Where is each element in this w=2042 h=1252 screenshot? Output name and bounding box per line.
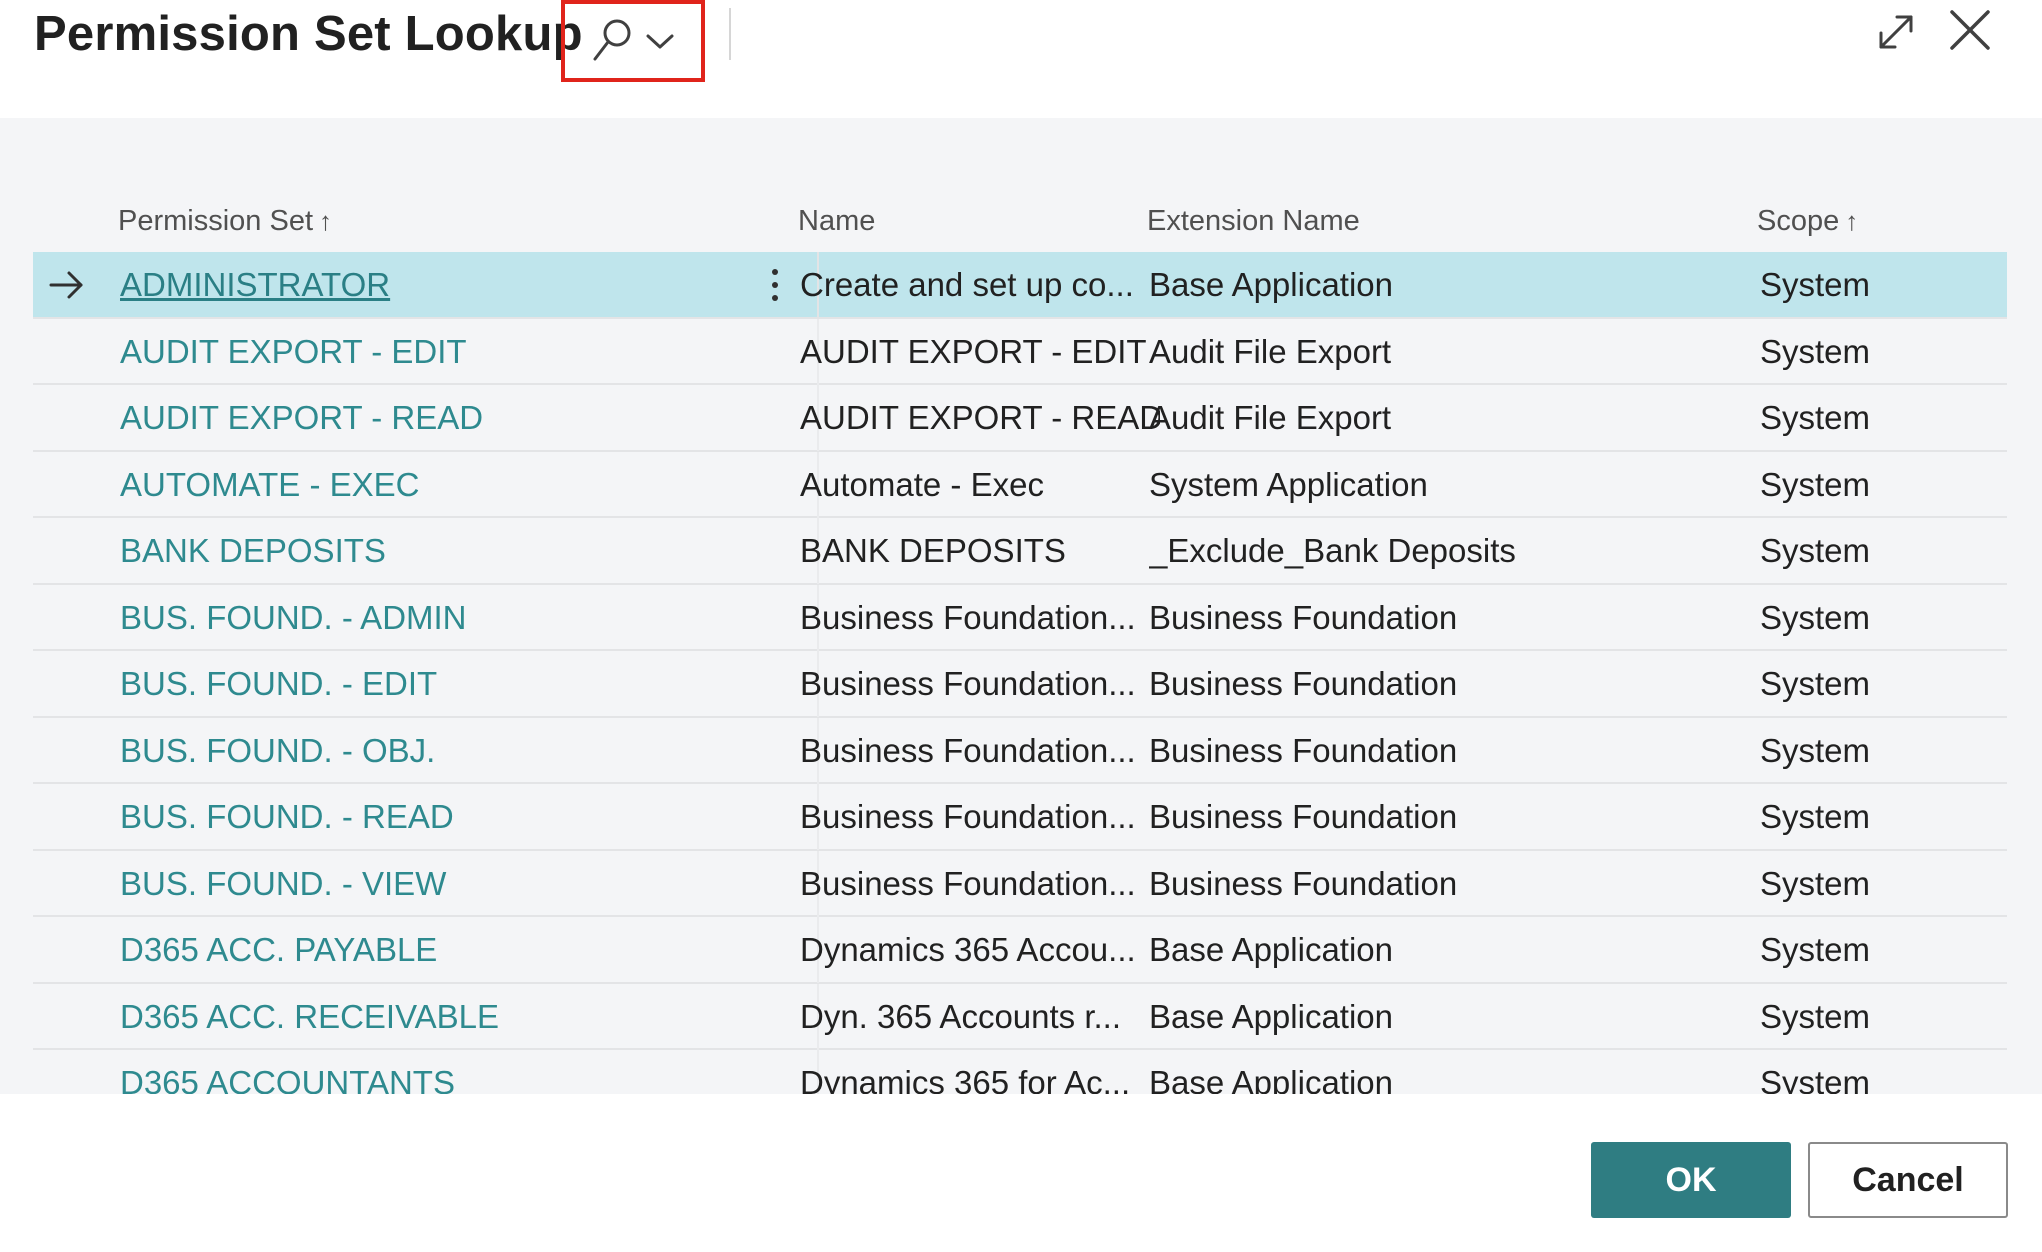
permission-set-link[interactable]: BUS. FOUND. - ADMIN xyxy=(120,585,720,651)
scope-cell: System xyxy=(1760,465,1871,503)
table-row[interactable]: AUDIT EXPORT - READ AUDIT EXPORT - READ … xyxy=(33,385,2007,452)
permission-set-link[interactable]: AUTOMATE - EXEC xyxy=(120,452,720,518)
table-row[interactable]: BUS. FOUND. - OBJ. Business Foundation..… xyxy=(33,717,2007,784)
name-cell: Dynamics 365 Accou... xyxy=(800,931,1136,968)
scope-cell: System xyxy=(1760,864,1871,902)
table-rows: ADMINISTRATOR Create and set up co... Ba… xyxy=(33,252,2007,1094)
extension-name-cell: _Exclude_Bank Deposits xyxy=(1149,532,1516,569)
table-row[interactable]: D365 ACC. RECEIVABLE Dyn. 365 Accounts r… xyxy=(33,983,2007,1050)
permission-set-link[interactable]: BUS. FOUND. - READ xyxy=(120,784,720,850)
extension-name-cell: Business Foundation xyxy=(1149,864,1458,902)
table-row[interactable]: BANK DEPOSITS BANK DEPOSITS _Exclude_Ban… xyxy=(33,518,2007,585)
permission-set-lookup-dialog: Permission Set Lookup Permission Set ↑ N… xyxy=(0,0,2042,1252)
permission-set-link[interactable]: D365 ACC. RECEIVABLE xyxy=(120,984,720,1050)
selected-row-arrow-icon xyxy=(49,269,85,301)
extension-name-cell: Business Foundation xyxy=(1149,798,1458,835)
permission-set-link[interactable]: AUDIT EXPORT - EDIT xyxy=(120,319,720,385)
search-icon[interactable] xyxy=(591,17,633,65)
extension-name-cell: Base Application xyxy=(1149,1064,1394,1094)
column-header-extension-name[interactable]: Extension Name xyxy=(1147,190,1360,252)
extension-name-cell: Audit File Export xyxy=(1149,399,1392,436)
column-header-label: Permission Set xyxy=(118,205,314,237)
extension-name-cell: Base Application xyxy=(1149,931,1394,968)
scope-cell: System xyxy=(1760,931,1871,968)
name-cell: Automate - Exec xyxy=(800,465,1044,503)
name-cell: AUDIT EXPORT - EDIT xyxy=(800,332,1147,370)
scope-cell: System xyxy=(1760,997,1871,1035)
header-divider xyxy=(729,8,731,60)
extension-name-cell: Base Application xyxy=(1149,266,1394,303)
permission-set-link[interactable]: BUS. FOUND. - EDIT xyxy=(120,651,720,717)
cancel-button[interactable]: Cancel xyxy=(1808,1142,2008,1218)
permission-set-link[interactable]: BUS. FOUND. - VIEW xyxy=(120,851,720,917)
extension-name-cell: Base Application xyxy=(1149,997,1394,1035)
name-cell: Business Foundation... xyxy=(800,598,1136,636)
table-row[interactable]: BUS. FOUND. - READ Business Foundation..… xyxy=(33,784,2007,851)
chevron-down-icon[interactable] xyxy=(645,31,675,51)
column-header-scope[interactable]: Scope ↑ xyxy=(1757,190,1858,252)
column-header-label: Extension Name xyxy=(1147,205,1360,237)
expand-icon[interactable] xyxy=(1876,12,1916,57)
table-row[interactable]: D365 ACC. PAYABLE Dynamics 365 Accou... … xyxy=(33,917,2007,984)
permission-set-link[interactable]: AUDIT EXPORT - READ xyxy=(120,385,720,451)
name-cell: BANK DEPOSITS xyxy=(800,532,1066,569)
expand-button[interactable] xyxy=(1870,8,1922,60)
scope-cell: System xyxy=(1760,332,1871,370)
sort-ascending-icon: ↑ xyxy=(319,206,333,236)
scope-cell: System xyxy=(1760,665,1871,702)
permission-set-link[interactable]: BANK DEPOSITS xyxy=(120,518,720,584)
scope-cell: System xyxy=(1760,798,1871,835)
scope-cell: System xyxy=(1760,598,1871,636)
permission-set-list: Permission Set ↑ Name Extension Name Scop… xyxy=(0,118,2042,1094)
table-row[interactable]: BUS. FOUND. - EDIT Business Foundation..… xyxy=(33,651,2007,718)
scope-cell: System xyxy=(1760,266,1871,303)
extension-name-cell: Business Foundation xyxy=(1149,665,1458,702)
extension-name-cell: System Application xyxy=(1149,465,1428,503)
dialog-header: Permission Set Lookup xyxy=(0,0,2042,118)
close-button[interactable] xyxy=(1942,4,1998,60)
table-row[interactable]: AUDIT EXPORT - EDIT AUDIT EXPORT - EDIT … xyxy=(33,318,2007,385)
table-row[interactable]: D365 ACCOUNTANTS Dynamics 365 for Ac... … xyxy=(33,1050,2007,1094)
table-row[interactable]: BUS. FOUND. - VIEW Business Foundation..… xyxy=(33,850,2007,917)
scope-cell: System xyxy=(1760,731,1871,769)
name-cell: Business Foundation... xyxy=(800,665,1136,702)
column-header-name[interactable]: Name xyxy=(798,190,875,252)
name-cell: Dynamics 365 for Ac... xyxy=(800,1064,1131,1094)
name-cell: Create and set up co... xyxy=(800,266,1134,303)
name-cell: Business Foundation... xyxy=(800,731,1136,769)
permission-set-link[interactable]: D365 ACCOUNTANTS xyxy=(120,1050,720,1094)
table-row[interactable]: BUS. FOUND. - ADMIN Business Foundation.… xyxy=(33,584,2007,651)
column-header-label: Name xyxy=(798,205,876,237)
table-row[interactable]: ADMINISTRATOR Create and set up co... Ba… xyxy=(33,252,2007,319)
column-headers: Permission Set ↑ Name Extension Name Scop… xyxy=(0,190,2042,252)
permission-set-link[interactable]: D365 ACC. PAYABLE xyxy=(120,917,720,983)
sort-ascending-icon: ↑ xyxy=(1845,206,1859,236)
close-icon[interactable] xyxy=(1948,8,1992,57)
scope-cell: System xyxy=(1760,399,1871,436)
scope-cell: System xyxy=(1760,1064,1871,1094)
name-cell: Business Foundation... xyxy=(800,798,1136,835)
name-cell: Business Foundation... xyxy=(800,864,1136,902)
name-cell: AUDIT EXPORT - READ xyxy=(800,399,1160,436)
search-toggle-button[interactable] xyxy=(561,0,705,82)
extension-name-cell: Audit File Export xyxy=(1149,332,1392,370)
table-row[interactable]: AUTOMATE - EXEC Automate - Exec System A… xyxy=(33,451,2007,518)
extension-name-cell: Business Foundation xyxy=(1149,598,1458,636)
more-vertical-icon[interactable] xyxy=(771,267,779,303)
column-header-permission-set[interactable]: Permission Set ↑ xyxy=(118,190,332,252)
permission-set-link[interactable]: ADMINISTRATOR xyxy=(120,252,720,318)
extension-name-cell: Business Foundation xyxy=(1149,731,1458,769)
scope-cell: System xyxy=(1760,532,1871,569)
ok-button[interactable]: OK xyxy=(1591,1142,1791,1218)
permission-set-link[interactable]: BUS. FOUND. - OBJ. xyxy=(120,718,720,784)
dialog-footer: OK Cancel xyxy=(0,1094,2042,1252)
dialog-title: Permission Set Lookup xyxy=(34,7,583,61)
name-cell: Dyn. 365 Accounts r... xyxy=(800,997,1122,1035)
column-header-label: Scope xyxy=(1757,205,1840,237)
